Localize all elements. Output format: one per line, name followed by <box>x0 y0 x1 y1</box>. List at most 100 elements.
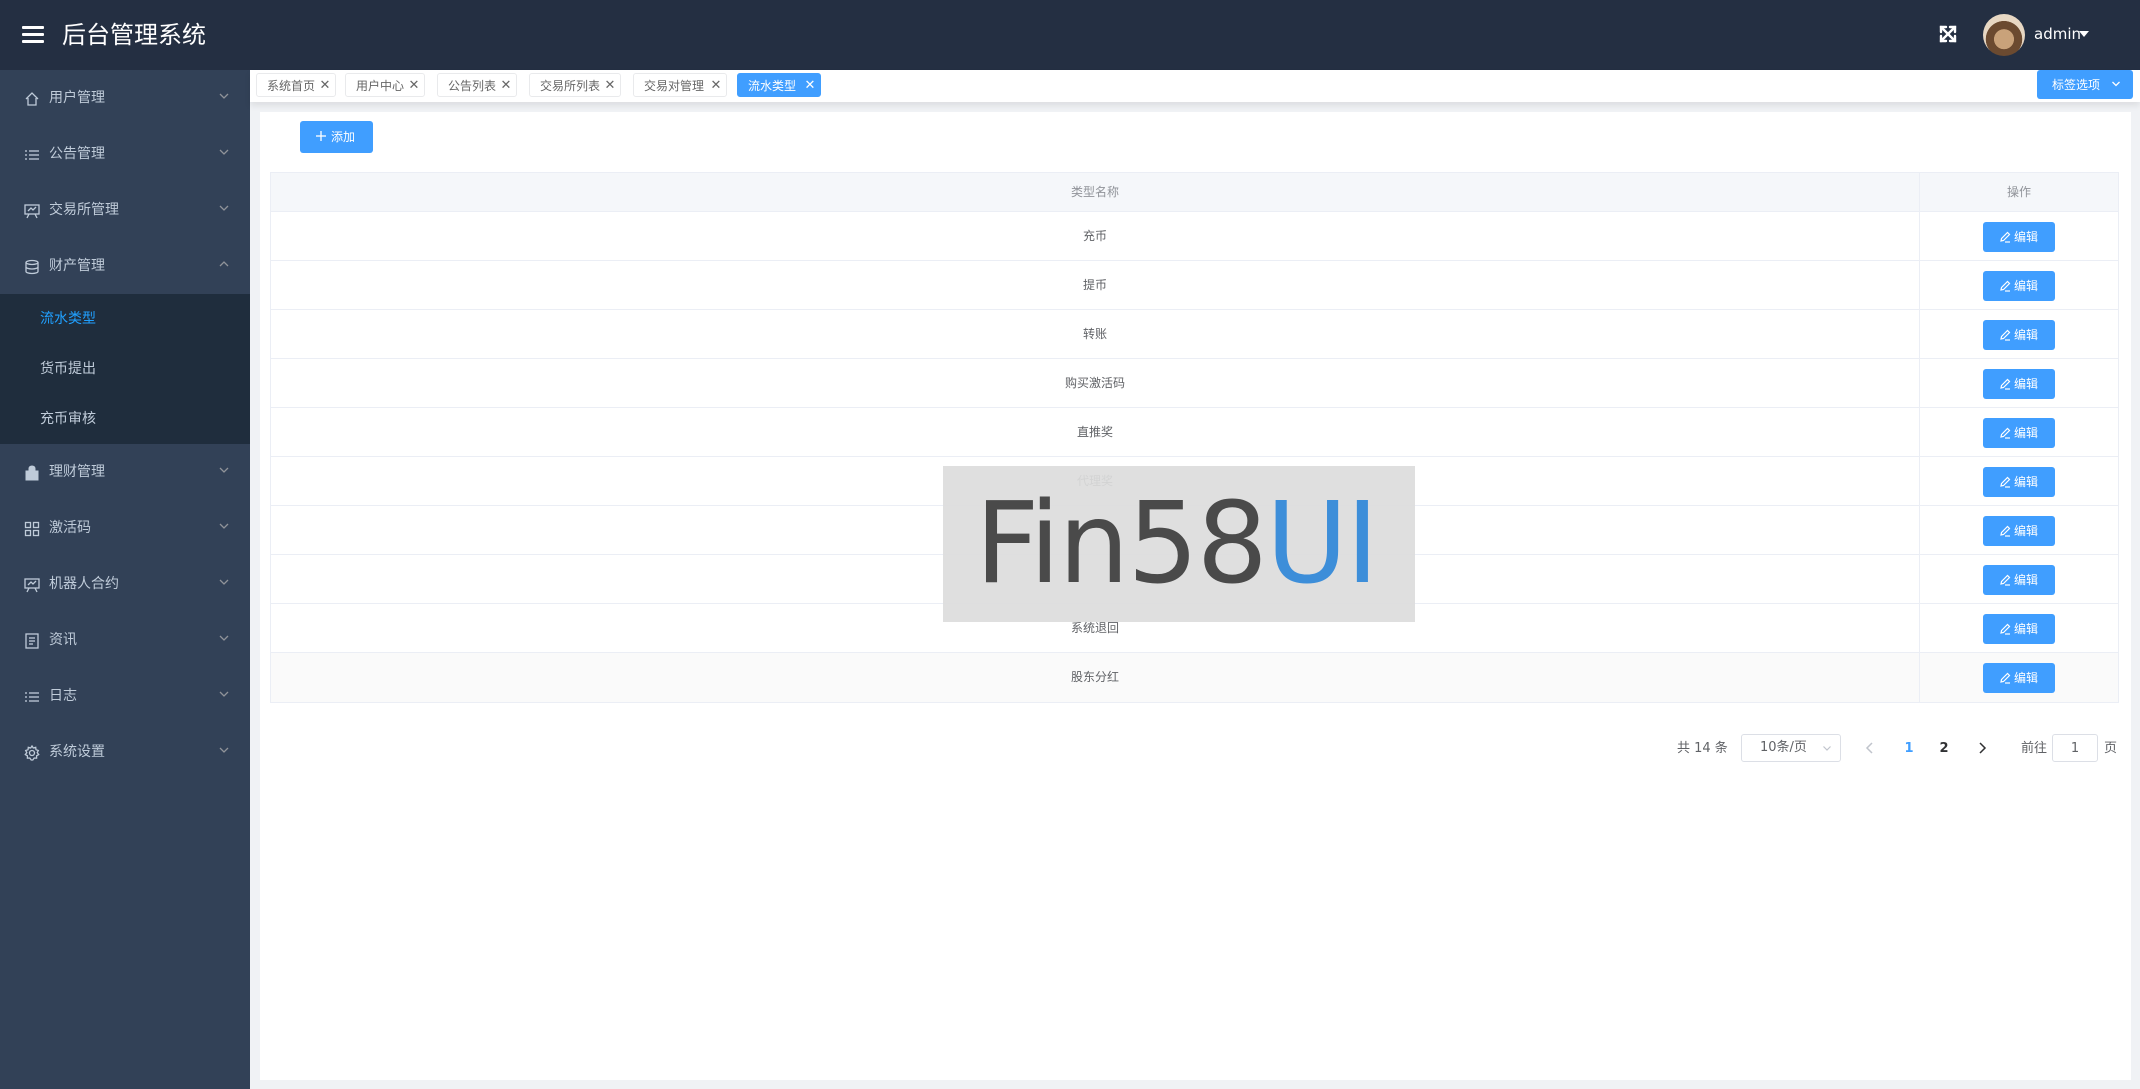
sidebar-item-news[interactable]: 资讯 <box>0 612 250 668</box>
edit-button-label: 编辑 <box>2014 426 2039 440</box>
sidebar-item-label: 理财管理 <box>49 464 105 480</box>
prev-page-icon[interactable] <box>1860 738 1880 758</box>
gear-icon <box>24 745 40 761</box>
tag-label: 公告列表 <box>448 79 497 93</box>
chevron-down-icon <box>2112 81 2120 87</box>
edit-button-label: 编辑 <box>2014 377 2039 391</box>
tag-flow-type[interactable]: 流水类型 ✕ <box>737 73 821 97</box>
list-icon <box>25 692 39 702</box>
edit-button[interactable]: 编辑 <box>1983 516 2055 546</box>
type-name-cell: 提币 <box>1082 278 1107 292</box>
close-icon[interactable]: ✕ <box>803 79 817 93</box>
sidebar-item-activation-code[interactable]: 激活码 <box>0 500 250 556</box>
goto-page-input[interactable] <box>2052 734 2098 762</box>
table-row: 提币 编辑 <box>271 261 2118 310</box>
edit-button[interactable]: 编辑 <box>1983 222 2055 252</box>
tag-user-center[interactable]: 用户中心 ✕ <box>345 73 425 97</box>
edit-button-label: 编辑 <box>2014 279 2039 293</box>
edit-button-label: 编辑 <box>2014 475 2039 489</box>
edit-icon <box>2000 476 2011 488</box>
edit-button-label: 编辑 <box>2014 328 2039 342</box>
tag-label: 流水类型 <box>748 79 797 93</box>
user-name[interactable]: admin <box>2034 24 2081 44</box>
tag-home[interactable]: 系统首页 ✕ <box>256 73 336 97</box>
tag-label: 用户中心 <box>356 79 405 93</box>
edit-button[interactable]: 编辑 <box>1983 271 2055 301</box>
chevron-up-icon <box>219 261 229 267</box>
tags-bar: 系统首页 ✕ 用户中心 ✕ 公告列表 ✕ 交易所列表 ✕ 交易对管理 ✕ 流水类… <box>250 70 2140 102</box>
board-icon <box>24 578 40 593</box>
sidebar-item-robot-contract[interactable]: 机器人合约 <box>0 556 250 612</box>
close-icon[interactable]: ✕ <box>709 79 723 93</box>
edit-button[interactable]: 编辑 <box>1983 614 2055 644</box>
tags-options-button[interactable]: 标签选项 <box>2037 70 2133 99</box>
edit-button[interactable]: 编辑 <box>1983 663 2055 693</box>
edit-icon <box>2000 574 2011 586</box>
sidebar-subitem-flow-type[interactable]: 流水类型 <box>0 294 250 344</box>
tags-options-label: 标签选项 <box>2052 78 2101 92</box>
sidebar-item-notice-management[interactable]: 公告管理 <box>0 126 250 182</box>
watermark-text: Fin58UI <box>975 484 1379 604</box>
sidebar-item-label: 日志 <box>49 688 77 704</box>
table-row: 购买激活码 编辑 <box>271 359 2118 408</box>
tag-notice-list[interactable]: 公告列表 ✕ <box>437 73 517 97</box>
type-name-cell: 直推奖 <box>1076 425 1113 439</box>
sidebar-item-user-management[interactable]: 用户管理 <box>0 70 250 126</box>
column-divider <box>1919 173 1920 702</box>
menu-toggle-icon[interactable] <box>22 22 44 48</box>
close-icon[interactable]: ✕ <box>407 79 421 93</box>
user-avatar[interactable] <box>1983 14 2025 56</box>
sidebar-subitem-label: 货币提出 <box>40 361 96 377</box>
sidebar-item-label: 用户管理 <box>49 90 105 106</box>
board-icon <box>24 204 40 219</box>
fullscreen-icon[interactable] <box>1934 20 1962 48</box>
sidebar-item-wealth-management[interactable]: 理财管理 <box>0 444 250 500</box>
type-name-cell: 转账 <box>1082 327 1107 341</box>
chevron-down-icon <box>219 523 229 529</box>
table-header-row: 类型名称 操作 <box>271 173 2118 212</box>
edit-button-label: 编辑 <box>2014 671 2039 685</box>
pagination-total: 共 14 条 <box>1677 741 1728 756</box>
close-icon[interactable]: ✕ <box>603 79 617 93</box>
tag-trading-pair[interactable]: 交易对管理 ✕ <box>633 73 727 97</box>
type-name-cell: 充币 <box>1082 229 1107 243</box>
edit-button[interactable]: 编辑 <box>1983 565 2055 595</box>
edit-button[interactable]: 编辑 <box>1983 467 2055 497</box>
add-button[interactable]: 添加 <box>300 121 373 153</box>
next-page-icon[interactable] <box>1972 738 1992 758</box>
sidebar-item-asset-management[interactable]: 财产管理 <box>0 238 250 294</box>
flow-type-table: 类型名称 操作 充币 编辑 提币 编辑 转账 编辑 购买激活码 编辑 直推奖 编… <box>270 172 2119 703</box>
edit-button-label: 编辑 <box>2014 524 2039 538</box>
database-icon <box>25 259 39 275</box>
edit-icon <box>2000 427 2011 439</box>
page-number-2[interactable]: 2 <box>1934 739 1954 759</box>
chevron-down-icon <box>219 579 229 585</box>
edit-button[interactable]: 编辑 <box>1983 369 2055 399</box>
table-row: 转账 编辑 <box>271 310 2118 359</box>
chevron-down-icon <box>1823 746 1831 751</box>
sidebar: 用户管理 公告管理 交易所管理 财产管理 流水类型 货币提出 充币审核 理财管理… <box>0 70 250 1089</box>
edit-icon <box>2000 623 2011 635</box>
tag-exchange-list[interactable]: 交易所列表 ✕ <box>529 73 621 97</box>
type-name-cell: 股东分红 <box>1070 670 1119 684</box>
edit-button-label: 编辑 <box>2014 622 2039 636</box>
page-number-1[interactable]: 1 <box>1899 739 1919 759</box>
edit-button[interactable]: 编辑 <box>1983 418 2055 448</box>
bag-icon <box>25 465 39 481</box>
sidebar-item-exchange-management[interactable]: 交易所管理 <box>0 182 250 238</box>
sidebar-subitem-label: 流水类型 <box>40 311 96 327</box>
table-row: 充币 编辑 <box>271 212 2118 261</box>
edit-button[interactable]: 编辑 <box>1983 320 2055 350</box>
sidebar-subitem-currency-withdraw[interactable]: 货币提出 <box>0 344 250 394</box>
sidebar-subitem-deposit-review[interactable]: 充币审核 <box>0 394 250 444</box>
sidebar-item-system-settings[interactable]: 系统设置 <box>0 724 250 780</box>
page-size-select[interactable]: 10条/页 <box>1741 734 1841 762</box>
chevron-down-icon <box>219 149 229 155</box>
top-header: 后台管理系统 admin <box>0 0 2140 70</box>
close-icon[interactable]: ✕ <box>318 79 332 93</box>
sidebar-item-label: 公告管理 <box>49 146 105 162</box>
close-icon[interactable]: ✕ <box>499 79 513 93</box>
edit-icon <box>2000 378 2011 390</box>
caret-down-icon[interactable] <box>2079 31 2089 37</box>
sidebar-item-logs[interactable]: 日志 <box>0 668 250 724</box>
